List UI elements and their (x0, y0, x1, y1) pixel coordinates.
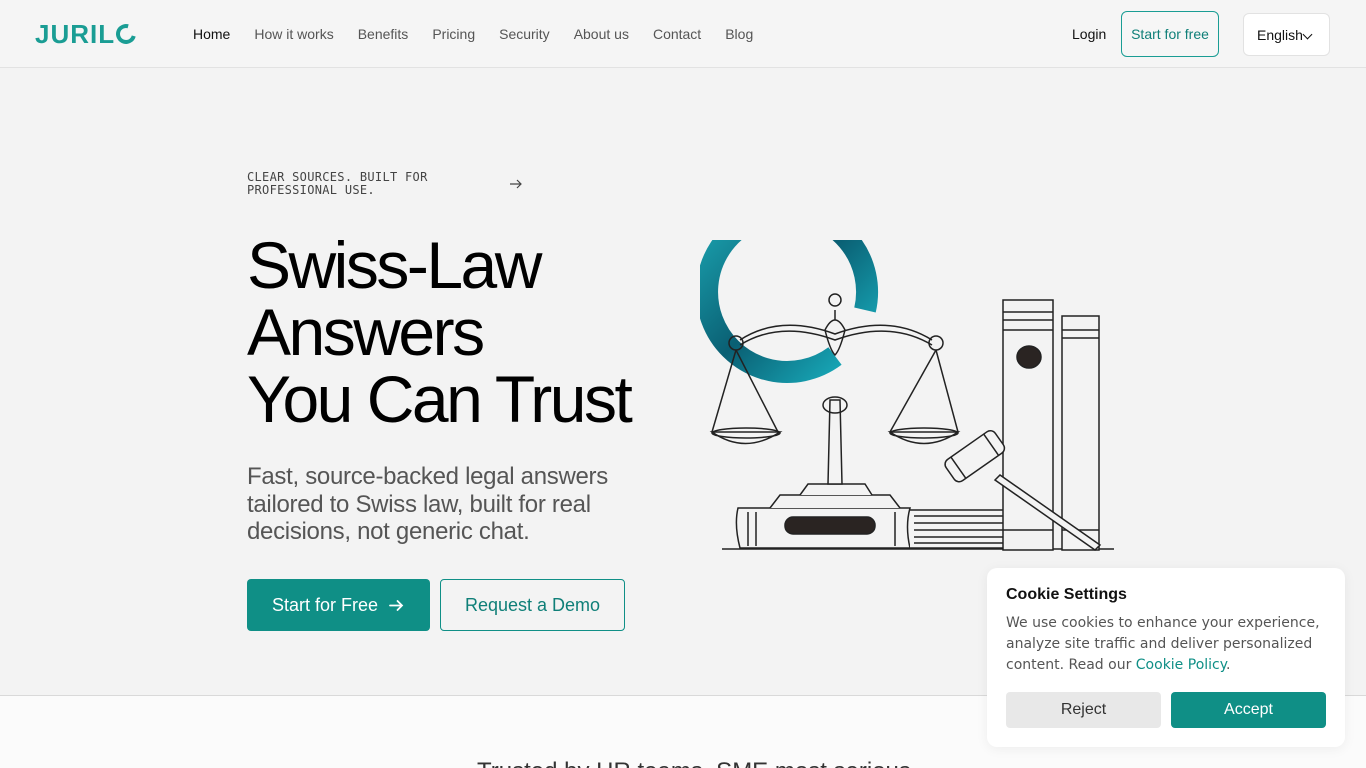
jurilo-logo[interactable]: JURIL (35, 19, 140, 49)
nav-contact[interactable]: Contact (653, 26, 701, 42)
nav-home[interactable]: Home (193, 26, 230, 42)
arrow-right-icon[interactable] (509, 177, 523, 191)
hero-eyebrow: CLEAR SOURCES. BUILT FOR PROFESSIONAL US… (247, 170, 428, 197)
reject-cookies-button[interactable]: Reject (1006, 692, 1161, 728)
cookie-policy-link[interactable]: Cookie Policy (1136, 657, 1226, 673)
logo-text: JURIL (35, 19, 116, 49)
nav-blog[interactable]: Blog (725, 26, 753, 42)
cookie-settings-dialog: Cookie Settings We use cookies to enhanc… (987, 568, 1345, 747)
language-select[interactable]: English (1243, 13, 1330, 56)
hero-subtitle: Fast, source-backed legal answers tailor… (247, 463, 608, 545)
start-for-free-button[interactable]: Start for free (1121, 11, 1219, 57)
main-nav: Home How it works Benefits Pricing Secur… (193, 26, 777, 42)
logo-ring-shape (700, 240, 878, 383)
nav-about-us[interactable]: About us (574, 26, 629, 42)
cookie-description-end: . (1226, 657, 1231, 673)
nav-pricing[interactable]: Pricing (432, 26, 475, 42)
hero-title-line-1: Swiss-Law (247, 228, 542, 302)
hero-title: Swiss-Law Answers You Can Trust (247, 228, 633, 436)
cookie-description: We use cookies to enhance your experienc… (1006, 613, 1331, 676)
trusted-by-heading: Trusted by HR teams, SME most serious (477, 758, 911, 768)
nav-how-it-works[interactable]: How it works (254, 26, 333, 42)
start-for-free-cta-label: Start for Free (271, 594, 379, 615)
start-for-free-cta[interactable]: Start for Free (247, 579, 430, 631)
justice-scales-illustration (700, 240, 1114, 551)
cookie-title: Cookie Settings (1006, 586, 1127, 603)
nav-benefits[interactable]: Benefits (358, 26, 409, 42)
hero-title-line-2: Answers (247, 295, 485, 369)
nav-security[interactable]: Security (499, 26, 550, 42)
site-header: JURIL Home How it works Benefits Pricing… (0, 0, 1366, 68)
request-demo-button[interactable]: Request a Demo (440, 579, 625, 631)
chevron-down-icon (1302, 29, 1313, 40)
logo-ring-icon (112, 20, 140, 48)
arrow-right-icon (389, 599, 404, 611)
accept-cookies-button[interactable]: Accept (1171, 692, 1326, 728)
language-label: English (1257, 26, 1303, 43)
hero-title-line-3: You Can Trust (247, 362, 633, 436)
login-link[interactable]: Login (1072, 26, 1106, 42)
